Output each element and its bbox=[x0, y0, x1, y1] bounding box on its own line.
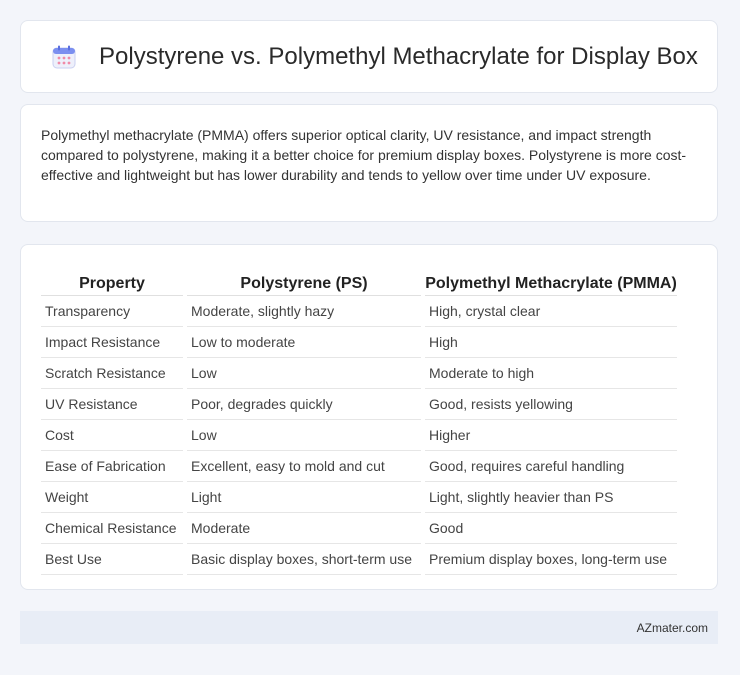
table-row: Ease of Fabrication Excellent, easy to mo… bbox=[41, 451, 677, 482]
cell-pmma: High bbox=[425, 327, 677, 358]
table-row: Cost Low Higher bbox=[41, 420, 677, 451]
column-header-pmma: Polymethyl Methacrylate (PMMA) bbox=[425, 267, 677, 296]
cell-property: Transparency bbox=[41, 296, 183, 327]
cell-ps: Low to moderate bbox=[187, 327, 421, 358]
cell-property: Best Use bbox=[41, 544, 183, 575]
cell-ps: Basic display boxes, short-term use bbox=[187, 544, 421, 575]
cell-ps: Light bbox=[187, 482, 421, 513]
summary-card: Polymethyl methacrylate (PMMA) offers su… bbox=[20, 104, 718, 222]
calendar-icon bbox=[52, 45, 76, 68]
table-row: UV Resistance Poor, degrades quickly Good,… bbox=[41, 389, 677, 420]
cell-property: Chemical Resistance bbox=[41, 513, 183, 544]
footer-brand: AZmater.com bbox=[636, 620, 708, 635]
cell-pmma: High, crystal clear bbox=[425, 296, 677, 327]
cell-property: Scratch Resistance bbox=[41, 358, 183, 389]
cell-property: Weight bbox=[41, 482, 183, 513]
cell-pmma: Moderate to high bbox=[425, 358, 677, 389]
cell-ps: Moderate, slightly hazy bbox=[187, 296, 421, 327]
cell-property: Ease of Fabrication bbox=[41, 451, 183, 482]
comparison-card: Property Polystyrene (PS) Polymethyl Met… bbox=[20, 244, 718, 590]
cell-ps: Excellent, easy to mold and cut bbox=[187, 451, 421, 482]
cell-property: Impact Resistance bbox=[41, 327, 183, 358]
table-row: Weight Light Light, slightly heavier than … bbox=[41, 482, 677, 513]
footer: AZmater.com bbox=[20, 611, 718, 644]
cell-pmma: Good, requires careful handling bbox=[425, 451, 677, 482]
cell-pmma: Light, slightly heavier than PS bbox=[425, 482, 677, 513]
cell-pmma: Good bbox=[425, 513, 677, 544]
cell-ps: Low bbox=[187, 358, 421, 389]
cell-pmma: Good, resists yellowing bbox=[425, 389, 677, 420]
column-header-ps: Polystyrene (PS) bbox=[187, 267, 421, 296]
cell-ps: Poor, degrades quickly bbox=[187, 389, 421, 420]
table-row: Chemical Resistance Moderate Good bbox=[41, 513, 677, 544]
table-body: Transparency Moderate, slightly hazy High,… bbox=[41, 296, 677, 575]
summary-text: Polymethyl methacrylate (PMMA) offers su… bbox=[41, 127, 687, 183]
table-row: Best Use Basic display boxes, short-term … bbox=[41, 544, 677, 575]
cell-property: Cost bbox=[41, 420, 183, 451]
title-card: Polystyrene vs. Polymethyl Methacrylate … bbox=[20, 20, 718, 93]
cell-ps: Moderate bbox=[187, 513, 421, 544]
comparison-table: Property Polystyrene (PS) Polymethyl Met… bbox=[37, 267, 681, 575]
column-header-property: Property bbox=[41, 267, 183, 296]
table-header-row: Property Polystyrene (PS) Polymethyl Met… bbox=[41, 267, 677, 296]
table-row: Transparency Moderate, slightly hazy High,… bbox=[41, 296, 677, 327]
page-title: Polystyrene vs. Polymethyl Methacrylate … bbox=[99, 42, 698, 70]
cell-ps: Low bbox=[187, 420, 421, 451]
cell-pmma: Premium display boxes, long-term use bbox=[425, 544, 677, 575]
table-row: Scratch Resistance Low Moderate to high bbox=[41, 358, 677, 389]
table-row: Impact Resistance Low to moderate High bbox=[41, 327, 677, 358]
cell-pmma: Higher bbox=[425, 420, 677, 451]
cell-property: UV Resistance bbox=[41, 389, 183, 420]
